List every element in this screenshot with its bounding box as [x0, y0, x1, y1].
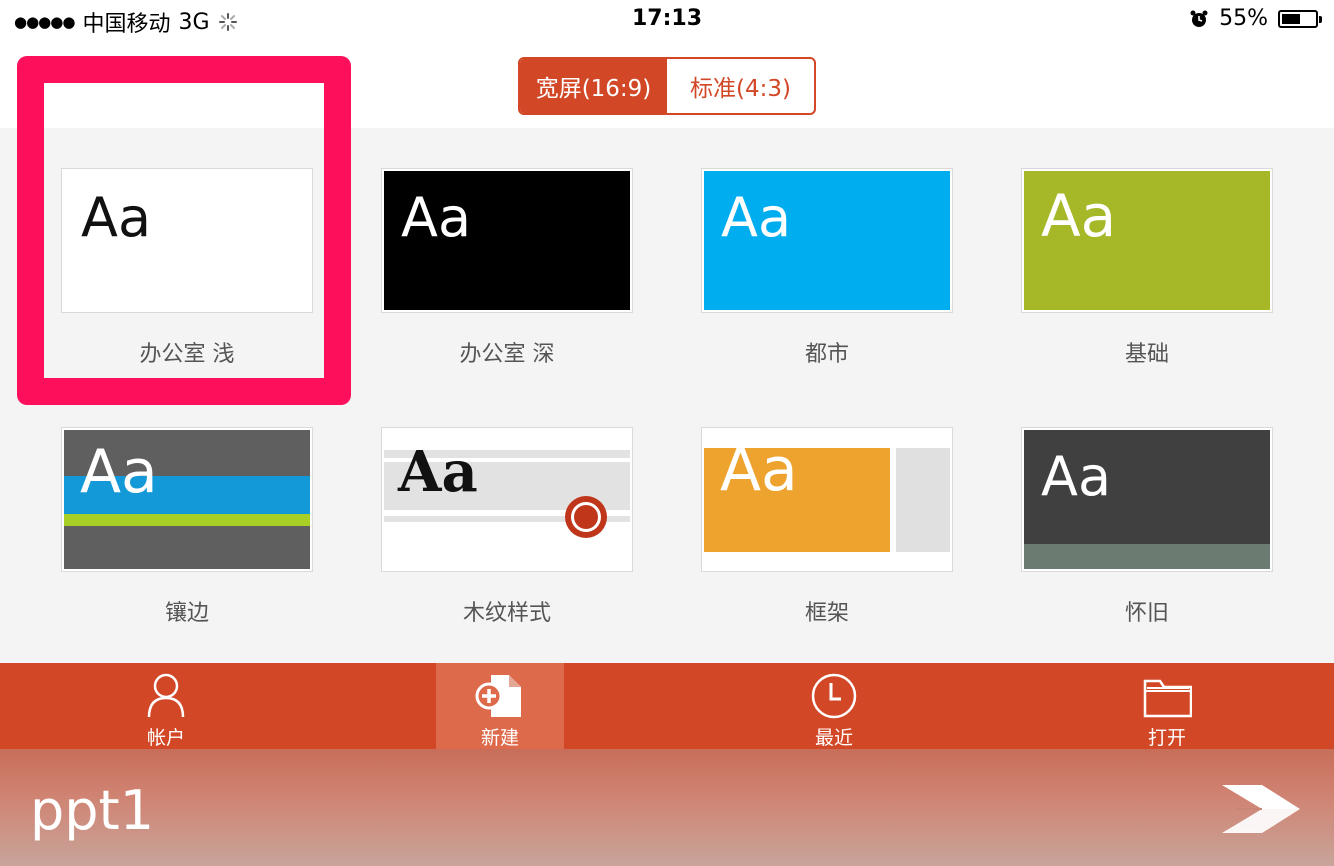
template-sample-text: Aa	[721, 186, 792, 249]
selection-highlight	[17, 56, 351, 405]
tab-open[interactable]: 打开	[1103, 663, 1231, 749]
arrow-logo-icon[interactable]	[1222, 783, 1300, 835]
battery-icon	[1278, 9, 1322, 28]
document-title: ppt1	[30, 779, 155, 842]
tab-label: 打开	[1147, 727, 1186, 749]
template-sample-text: Aa	[398, 439, 478, 505]
folder-icon	[1143, 679, 1192, 718]
template-thumbnail-inset[interactable]: Aa	[61, 427, 313, 572]
clock-icon	[811, 673, 857, 719]
tab-account[interactable]: 帐户	[102, 663, 230, 749]
template-thumbnail-wood-type[interactable]: Aa	[381, 427, 633, 572]
template-thumbnail-basis[interactable]: Aa	[1021, 168, 1273, 313]
template-thumbnail-metropolitan[interactable]: Aa	[701, 168, 953, 313]
aspect-ratio-toggle: 宽屏(16:9) 标准(4:3)	[518, 57, 816, 115]
template-thumbnail-office-dark[interactable]: Aa	[381, 168, 633, 313]
template-sample-text: Aa	[80, 437, 158, 507]
new-document-icon	[475, 675, 521, 717]
status-bar: ●●●●● 中国移动 3G 17:13 55%	[0, 0, 1334, 40]
template-thumbnail-frame[interactable]: Aa	[701, 427, 953, 572]
tab-new[interactable]: 新建	[436, 663, 564, 749]
template-label: 镶边	[164, 601, 209, 626]
template-sample-text: Aa	[720, 435, 798, 505]
template-thumbnail-retrospect[interactable]: Aa	[1021, 427, 1273, 572]
template-label: 基础	[1124, 342, 1169, 367]
template-label: 办公室 深	[459, 342, 555, 367]
template-label: 都市	[804, 342, 849, 367]
template-label: 怀旧	[1124, 601, 1169, 626]
person-icon	[147, 673, 185, 718]
document-banner[interactable]: ppt1	[0, 749, 1334, 866]
bottom-tab-bar: 帐户 新建 最近 打开	[0, 663, 1334, 749]
template-label: 框架	[804, 601, 849, 626]
template-sample-text: Aa	[1041, 182, 1117, 250]
tab-label: 新建	[480, 727, 519, 749]
template-sample-text: Aa	[1041, 445, 1112, 508]
tab-label: 最近	[814, 727, 853, 749]
template-label: 木纹样式	[462, 601, 551, 626]
widescreen-option[interactable]: 宽屏(16:9)	[520, 59, 667, 113]
record-circle-icon	[565, 496, 607, 538]
standard-option[interactable]: 标准(4:3)	[667, 59, 814, 113]
alarm-icon	[1190, 10, 1208, 27]
battery-percent: 55%	[1219, 6, 1268, 31]
tab-recent[interactable]: 最近	[770, 663, 898, 749]
tab-label: 帐户	[146, 727, 185, 749]
clock-time: 17:13	[631, 6, 703, 31]
template-sample-text: Aa	[401, 186, 472, 249]
